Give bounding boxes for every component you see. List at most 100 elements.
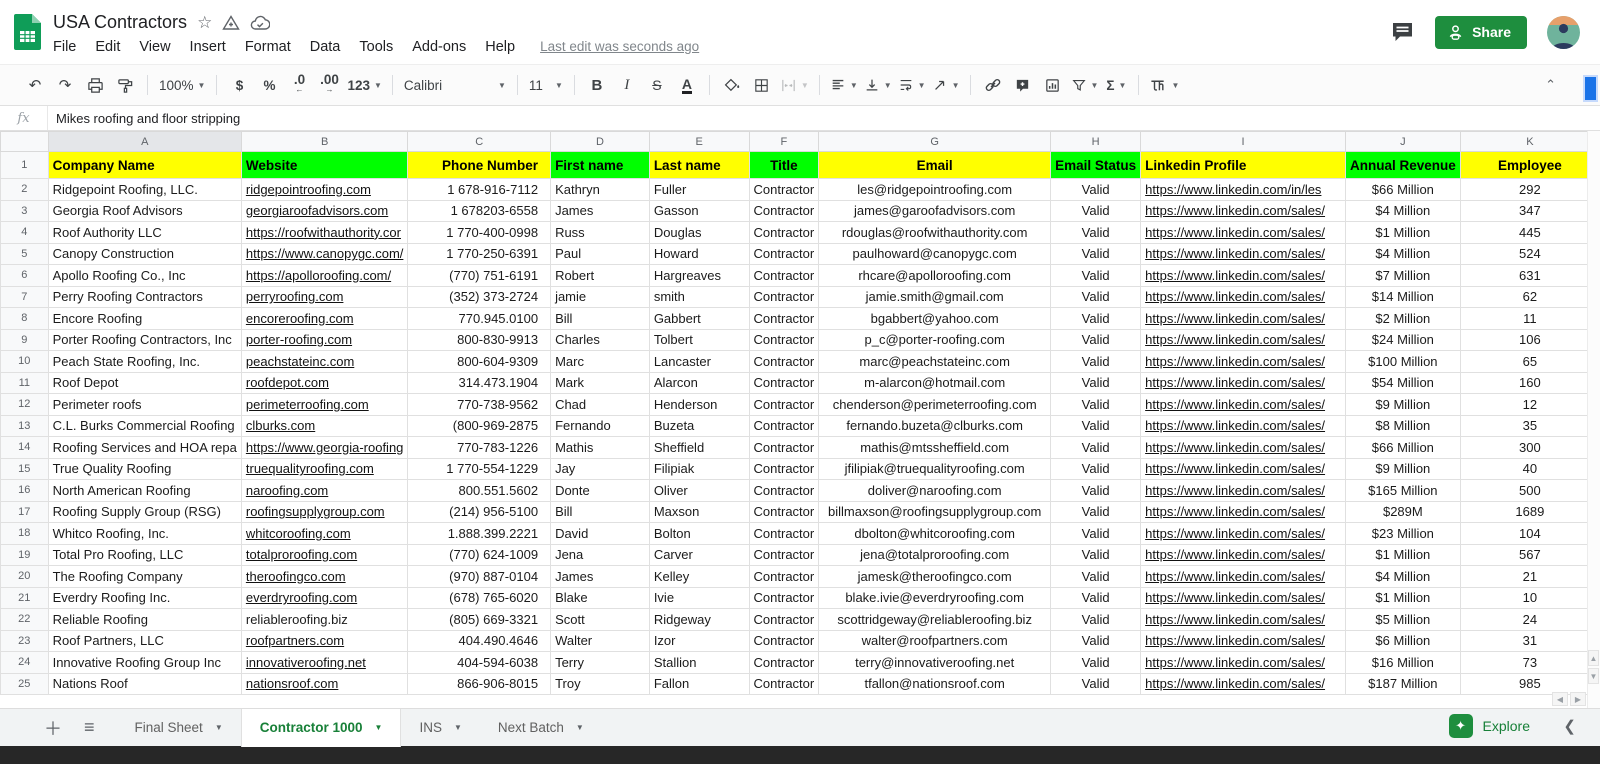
cell-link[interactable]: truequalityroofing.com xyxy=(246,461,374,476)
cell[interactable]: Terry xyxy=(551,652,650,674)
cell-link[interactable]: whitcoroofing.com xyxy=(246,526,351,541)
cell[interactable]: Contractor xyxy=(749,609,819,631)
cell[interactable]: $187 Million xyxy=(1345,673,1460,695)
cell[interactable]: Fuller xyxy=(649,179,749,201)
cell[interactable]: perryroofing.com xyxy=(241,286,408,308)
increase-decimal-button[interactable]: .00→ xyxy=(317,72,341,98)
column-header-F[interactable]: F xyxy=(749,132,819,152)
cell[interactable]: Valid xyxy=(1051,329,1141,351)
cell[interactable]: Roofing Services and HOA repa xyxy=(48,437,241,459)
cell[interactable]: Contractor xyxy=(749,308,819,330)
cell[interactable]: tfallon@nationsroof.com xyxy=(819,673,1051,695)
cell[interactable]: Paul xyxy=(551,243,650,265)
column-header-B[interactable]: B xyxy=(241,132,408,152)
cell-link[interactable]: https://www.linkedin.com/sales/ xyxy=(1145,461,1325,476)
cell[interactable]: Contractor xyxy=(749,286,819,308)
cell[interactable]: Stallion xyxy=(649,652,749,674)
cell[interactable]: theroofingco.com xyxy=(241,566,408,588)
cell[interactable]: Ivie xyxy=(649,587,749,609)
cell[interactable]: Howard xyxy=(649,243,749,265)
scroll-right-button[interactable]: ▶ xyxy=(1570,692,1586,706)
cell[interactable]: $6 Million xyxy=(1345,630,1460,652)
cell[interactable]: roofdepot.com xyxy=(241,372,408,394)
cell[interactable]: Valid xyxy=(1051,566,1141,588)
zoom-select[interactable]: 100%▼ xyxy=(155,78,209,93)
cell[interactable]: Sheffield xyxy=(649,437,749,459)
cell[interactable]: les@ridgepointroofing.com xyxy=(819,179,1051,201)
paint-format-button[interactable] xyxy=(113,72,137,98)
decrease-decimal-button[interactable]: .0← xyxy=(287,72,311,98)
cell-link[interactable]: https://www.linkedin.com/sales/ xyxy=(1145,633,1325,648)
cell[interactable]: 445 xyxy=(1460,222,1599,244)
cell-link[interactable]: theroofingco.com xyxy=(246,569,346,584)
cell-link[interactable]: https://roofwithauthority.cor xyxy=(246,225,401,240)
row-number[interactable]: 17 xyxy=(1,501,49,523)
insert-comment-button[interactable] xyxy=(1011,72,1035,98)
cell-link[interactable]: https://www.linkedin.com/sales/ xyxy=(1145,547,1325,562)
cell[interactable]: blake.ivie@everdryroofing.com xyxy=(819,587,1051,609)
cell[interactable]: 1 678-916-7112 xyxy=(408,179,551,201)
cell[interactable]: Porter Roofing Contractors, Inc xyxy=(48,329,241,351)
cell[interactable]: $165 Million xyxy=(1345,480,1460,502)
cell[interactable]: Valid xyxy=(1051,673,1141,695)
cell[interactable]: whitcoroofing.com xyxy=(241,523,408,545)
fill-color-button[interactable] xyxy=(720,72,744,98)
row-number[interactable]: 9 xyxy=(1,329,49,351)
cell[interactable]: 866-906-8015 xyxy=(408,673,551,695)
cell[interactable]: Canopy Construction xyxy=(48,243,241,265)
cell[interactable]: Lancaster xyxy=(649,351,749,373)
cell[interactable]: Contractor xyxy=(749,480,819,502)
cell[interactable]: Robert xyxy=(551,265,650,287)
column-header-I[interactable]: I xyxy=(1141,132,1346,152)
cell[interactable]: rdouglas@roofwithauthority.com xyxy=(819,222,1051,244)
cell[interactable]: Jay xyxy=(551,458,650,480)
cell[interactable]: 800-830-9913 xyxy=(408,329,551,351)
row-number[interactable]: 15 xyxy=(1,458,49,480)
cell[interactable]: Contractor xyxy=(749,222,819,244)
cell[interactable]: 524 xyxy=(1460,243,1599,265)
cell[interactable]: $4 Million xyxy=(1345,200,1460,222)
tab-menu-arrow-icon[interactable]: ▼ xyxy=(576,723,584,732)
cell[interactable]: Contractor xyxy=(749,523,819,545)
cell[interactable]: Tolbert xyxy=(649,329,749,351)
cell[interactable]: $5 Million xyxy=(1345,609,1460,631)
tab-next-batch[interactable]: Next Batch▼ xyxy=(480,709,602,747)
cell[interactable]: $1 Million xyxy=(1345,587,1460,609)
cell[interactable]: 1 678203-6558 xyxy=(408,200,551,222)
vertical-align-button[interactable]: ▼ xyxy=(864,72,892,98)
cell[interactable]: Hargreaves xyxy=(649,265,749,287)
cell[interactable]: Valid xyxy=(1051,437,1141,459)
cell[interactable]: totalproroofing.com xyxy=(241,544,408,566)
cell[interactable]: https://www.linkedin.com/sales/ xyxy=(1141,523,1346,545)
cell-link[interactable]: roofingsupplygroup.com xyxy=(246,504,385,519)
cell[interactable]: everdryroofing.com xyxy=(241,587,408,609)
cell[interactable]: https://www.linkedin.com/sales/ xyxy=(1141,652,1346,674)
cell[interactable]: Georgia Roof Advisors xyxy=(48,200,241,222)
cell-link[interactable]: https://www.linkedin.com/sales/ xyxy=(1145,225,1325,240)
cell[interactable]: 800-604-9309 xyxy=(408,351,551,373)
cell-link[interactable]: https://www.linkedin.com/sales/ xyxy=(1145,375,1325,390)
cell[interactable]: https://www.linkedin.com/sales/ xyxy=(1141,630,1346,652)
menu-data[interactable]: Data xyxy=(310,39,341,55)
cell[interactable]: Perimeter roofs xyxy=(48,394,241,416)
cell[interactable]: Valid xyxy=(1051,587,1141,609)
cell-link[interactable]: porter-roofing.com xyxy=(246,332,352,347)
cell[interactable]: https://www.linkedin.com/sales/ xyxy=(1141,372,1346,394)
cell[interactable]: Peach State Roofing, Inc. xyxy=(48,351,241,373)
cell[interactable]: Valid xyxy=(1051,480,1141,502)
cell[interactable]: Whitco Roofing, Inc. xyxy=(48,523,241,545)
document-title[interactable]: USA Contractors xyxy=(53,12,187,33)
cell-link[interactable]: https://www.linkedin.com/sales/ xyxy=(1145,246,1325,261)
cell[interactable]: Valid xyxy=(1051,286,1141,308)
cell[interactable]: 292 xyxy=(1460,179,1599,201)
column-header-E[interactable]: E xyxy=(649,132,749,152)
number-format-button[interactable]: 123▼ xyxy=(347,72,381,98)
cell[interactable]: Contractor xyxy=(749,652,819,674)
row-number[interactable]: 5 xyxy=(1,243,49,265)
cell[interactable]: $1 Million xyxy=(1345,222,1460,244)
last-edit-status[interactable]: Last edit was seconds ago xyxy=(540,39,699,54)
header-cell[interactable]: Phone Number xyxy=(408,152,551,179)
cell[interactable]: jamie.smith@gmail.com xyxy=(819,286,1051,308)
header-cell[interactable]: Email Status xyxy=(1051,152,1141,179)
print-button[interactable] xyxy=(83,72,107,98)
